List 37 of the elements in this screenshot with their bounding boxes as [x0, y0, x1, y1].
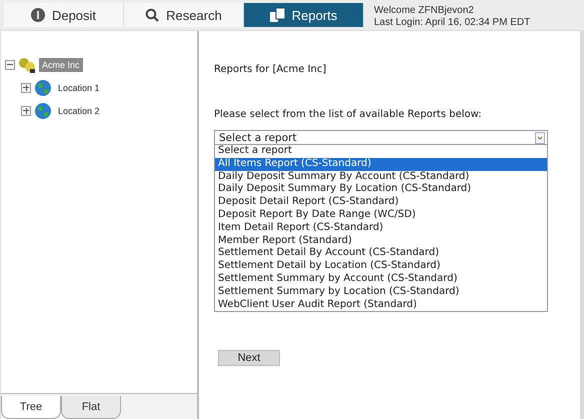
globe-icon	[34, 102, 52, 120]
globe-icon	[34, 78, 52, 96]
nav-tab[interactable]: Research	[124, 3, 244, 27]
report-option[interactable]: Deposit Report By Date Range (WC/SD)	[215, 208, 547, 222]
tree-item[interactable]: Location 1	[55, 80, 103, 94]
nav-tab[interactable]: Reports	[244, 3, 364, 27]
report-option[interactable]: Item Detail Report (CS-Standard)	[215, 222, 547, 235]
report-option[interactable]: Deposit Detail Report (CS-Standard)	[215, 196, 547, 209]
nav-tab[interactable]: Deposit	[4, 3, 124, 27]
report-option[interactable]: Member Report (Standard)	[215, 234, 547, 248]
report-option[interactable]: Select a report	[215, 145, 547, 158]
next-button[interactable]: Next	[218, 350, 280, 366]
tree-item[interactable]: Acme Inc	[39, 58, 83, 72]
report-option[interactable]: WebClient User Audit Report (Standard)	[215, 298, 547, 312]
report-option[interactable]: Daily Deposit Summary By Location (CS-Standard)	[215, 183, 547, 196]
instruction-text: Please select from the list of available Reports below:	[214, 109, 482, 120]
report-option[interactable]: All Items Report (CS-Standard)	[215, 158, 547, 171]
expand-icon[interactable]	[21, 82, 31, 92]
last-login-text: Last Login: April 16, 02:34 PM EDT	[374, 17, 530, 29]
collapse-icon[interactable]	[5, 60, 15, 70]
report-option[interactable]: Settlement Summary by Account (CS-Standard)	[215, 272, 547, 286]
expand-icon[interactable]	[21, 106, 31, 116]
view-tab[interactable]: Flat	[61, 396, 121, 419]
report-option[interactable]: Settlement Detail by Location (CS-Standard)	[215, 260, 547, 273]
report-option[interactable]: Settlement Detail By Account (CS-Standard)	[215, 247, 547, 260]
documents-icon	[270, 8, 285, 22]
view-tab[interactable]: Tree	[1, 396, 61, 419]
report-option[interactable]: Settlement Summary by Location (CS-Standard)	[215, 286, 547, 299]
search-icon	[145, 8, 160, 22]
caret-icon	[535, 132, 545, 144]
reports-heading: Reports for [Acme Inc]	[214, 64, 328, 75]
welcome-text: Welcome ZFNBjevon2	[374, 5, 475, 17]
coin-icon	[30, 8, 45, 22]
tree-item[interactable]: Location 2	[55, 104, 103, 118]
report-option[interactable]: Daily Deposit Summary By Account (CS-Standard)	[215, 170, 547, 184]
report-select[interactable]: Select a report	[214, 130, 548, 145]
organization-icon	[18, 56, 36, 72]
